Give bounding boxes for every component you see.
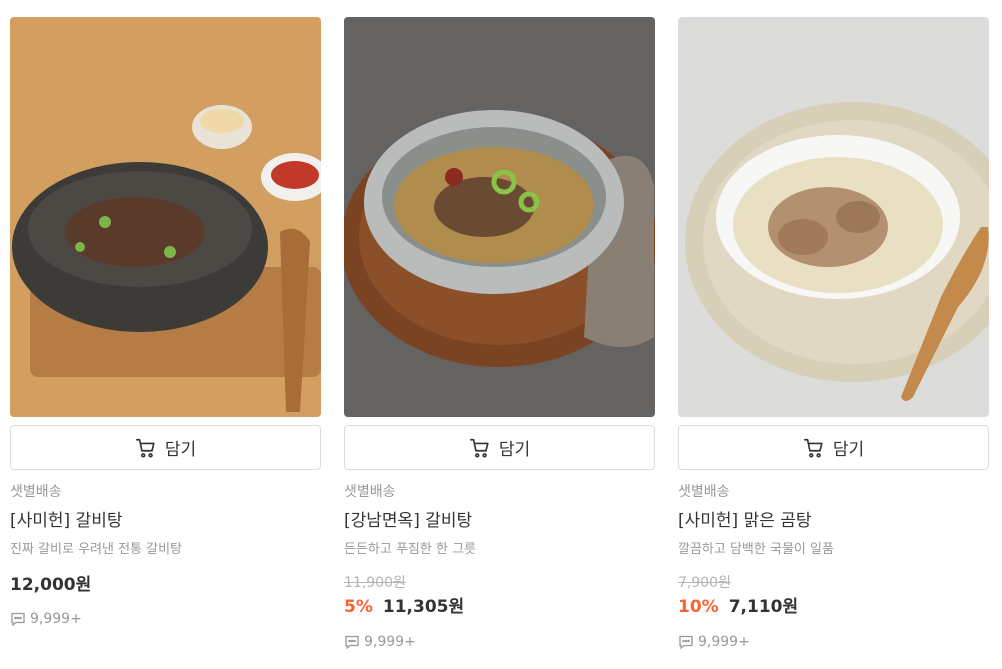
original-price: 11,900원 (344, 575, 406, 591)
review-count: 9,999+ (10, 609, 321, 629)
speech-bubble-icon (345, 635, 359, 650)
product-card[interactable]: 담기 샛별배송 [사미헌] 갈비탕 진짜 갈비로 우려낸 전통 갈비탕 12,0… (10, 17, 321, 629)
original-price: 7,900원 (678, 575, 731, 591)
product-price: 7,110원 (728, 597, 799, 617)
add-to-cart-button[interactable]: 담기 (10, 425, 321, 470)
review-count-value: 9,999+ (698, 634, 750, 650)
product-description: 깔끔하고 담백한 국물이 일품 (678, 542, 834, 557)
product-image[interactable] (678, 17, 989, 417)
cart-button-label: 담기 (498, 440, 531, 460)
cart-icon (135, 438, 155, 458)
discount-price-row: 10% 7,110원 (678, 595, 989, 619)
product-price: 12,000원 (10, 575, 92, 595)
product-name[interactable]: [사미헌] 맑은 곰탕 (678, 509, 989, 533)
product-image[interactable] (10, 17, 321, 417)
delivery-type: 샛별배송 (10, 484, 62, 500)
cart-button-label: 담기 (164, 440, 197, 460)
review-count-value: 9,999+ (364, 634, 416, 650)
product-name[interactable]: [강남면옥] 갈비탕 (344, 509, 655, 533)
product-description: 든든하고 푸짐한 한 그릇 (344, 542, 476, 557)
product-price: 11,305원 (382, 597, 465, 617)
product-description: 진짜 갈비로 우려낸 전통 갈비탕 (10, 542, 183, 557)
discount-rate: 10% (678, 597, 719, 617)
discount-price-row: 5% 11,305원 (344, 595, 655, 619)
speech-bubble-icon (679, 635, 693, 650)
add-to-cart-button[interactable]: 담기 (678, 425, 989, 470)
add-to-cart-button[interactable]: 담기 (344, 425, 655, 470)
speech-bubble-icon (11, 612, 25, 627)
product-card[interactable]: 담기 샛별배송 [사미헌] 맑은 곰탕 깔끔하고 담백한 국물이 일품 7,90… (678, 17, 989, 652)
review-count: 9,999+ (678, 632, 989, 652)
review-count-value: 9,999+ (30, 611, 82, 627)
cart-icon (469, 438, 489, 458)
delivery-type: 샛별배송 (344, 484, 396, 500)
cart-button-label: 담기 (832, 440, 865, 460)
product-image[interactable] (344, 17, 655, 417)
cart-icon (803, 438, 823, 458)
discount-rate: 5% (344, 597, 373, 617)
delivery-type: 샛별배송 (678, 484, 730, 500)
product-name[interactable]: [사미헌] 갈비탕 (10, 509, 321, 533)
product-card[interactable]: 담기 샛별배송 [강남면옥] 갈비탕 든든하고 푸짐한 한 그릇 11,900원… (344, 17, 655, 652)
review-count: 9,999+ (344, 632, 655, 652)
